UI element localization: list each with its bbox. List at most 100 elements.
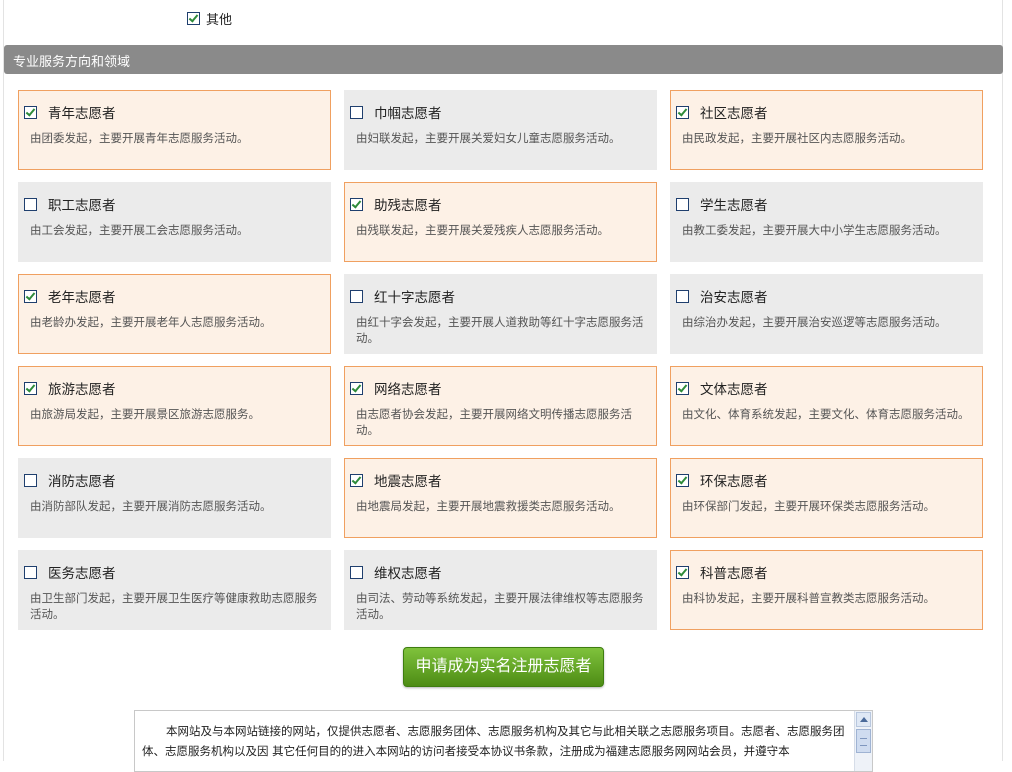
service-card-checkbox[interactable] (676, 565, 689, 579)
service-card-title: 旅游志愿者 (48, 382, 116, 398)
service-card[interactable]: 环保志愿者由环保部门发起，主要开展环保类志愿服务活动。 (670, 458, 983, 538)
service-card[interactable]: 网络志愿者由志愿者协会发起，主要开展网络文明传播志愿服务活动。 (344, 366, 657, 446)
service-card-header: 治安志愿者 (676, 286, 768, 306)
service-card-header: 医务志愿者 (24, 562, 116, 582)
service-card-description: 由地震局发起，主要开展地震救援类志愿服务活动。 (356, 499, 621, 513)
service-card-description: 由老龄办发起，主要开展老年人志愿服务活动。 (30, 315, 272, 329)
service-card-title: 医务志愿者 (48, 566, 116, 582)
agreement-scrollbar[interactable] (854, 711, 872, 771)
service-card-checkbox[interactable] (24, 105, 37, 119)
service-card-checkbox[interactable] (24, 289, 37, 303)
service-card-checkbox[interactable] (350, 289, 363, 303)
service-card[interactable]: 学生志愿者由教工委发起，主要开展大中小学生志愿服务活动。 (670, 182, 983, 262)
service-card-checkbox[interactable] (24, 473, 37, 487)
service-card[interactable]: 青年志愿者由团委发起，主要开展青年志愿服务活动。 (18, 90, 331, 170)
service-card[interactable]: 地震志愿者由地震局发起，主要开展地震救援类志愿服务活动。 (344, 458, 657, 538)
service-card-checkbox[interactable] (676, 289, 689, 303)
service-card-header: 青年志愿者 (24, 102, 116, 122)
service-card[interactable]: 消防志愿者由消防部队发起，主要开展消防志愿服务活动。 (18, 458, 331, 538)
service-card-title: 环保志愿者 (700, 474, 768, 490)
service-card-header: 旅游志愿者 (24, 378, 116, 398)
service-card-header: 红十字志愿者 (350, 286, 455, 306)
service-card[interactable]: 社区志愿者由民政发起，主要开展社区内志愿服务活动。 (670, 90, 983, 170)
service-card-header: 助残志愿者 (350, 194, 442, 214)
service-card-description: 由妇联发起，主要开展关爱妇女儿童志愿服务活动。 (356, 131, 621, 145)
service-card-description: 由司法、劳动等系统发起，主要开展法律维权等志愿服务活动。 (356, 591, 644, 621)
service-card-description: 由科协发起，主要开展科普宣教类志愿服务活动。 (682, 591, 935, 605)
service-card-description: 由文化、体育系统发起，主要文化、体育志愿服务活动。 (682, 407, 970, 421)
service-card-header: 科普志愿者 (676, 562, 768, 582)
service-card-header: 社区志愿者 (676, 102, 768, 122)
service-card-description: 由旅游局发起，主要开展景区旅游志愿服务。 (30, 407, 260, 421)
service-card-title: 消防志愿者 (48, 474, 116, 490)
service-card-header: 环保志愿者 (676, 470, 768, 490)
service-card[interactable]: 科普志愿者由科协发起，主要开展科普宣教类志愿服务活动。 (670, 550, 983, 630)
service-card[interactable]: 文体志愿者由文化、体育系统发起，主要文化、体育志愿服务活动。 (670, 366, 983, 446)
service-card-description: 由志愿者协会发起，主要开展网络文明传播志愿服务活动。 (356, 407, 632, 437)
agreement-text: 本网站及与本网站链接的网站，仅提供志愿者、志愿服务团体、志愿服务机构及其它与此相… (142, 724, 845, 758)
service-card-description: 由综治办发起，主要开展治安巡逻等志愿服务活动。 (682, 315, 947, 329)
service-card-title: 助残志愿者 (374, 198, 442, 214)
service-card-description: 由教工委发起，主要开展大中小学生志愿服务活动。 (682, 223, 947, 237)
scroll-up-arrow-icon[interactable] (856, 712, 871, 727)
service-card[interactable]: 治安志愿者由综治办发起，主要开展治安巡逻等志愿服务活动。 (670, 274, 983, 354)
service-card-checkbox[interactable] (350, 381, 363, 395)
service-card-checkbox[interactable] (350, 473, 363, 487)
frame-right-border (1002, 0, 1003, 761)
service-card-checkbox[interactable] (24, 381, 37, 395)
service-card-title: 地震志愿者 (374, 474, 442, 490)
service-card[interactable]: 旅游志愿者由旅游局发起，主要开展景区旅游志愿服务。 (18, 366, 331, 446)
service-card-title: 网络志愿者 (374, 382, 442, 398)
service-card[interactable]: 职工志愿者由工会发起，主要开展工会志愿服务活动。 (18, 182, 331, 262)
service-card-title: 治安志愿者 (700, 290, 768, 306)
service-card-description: 由卫生部门发起，主要开展卫生医疗等健康救助志愿服务活动。 (30, 591, 318, 621)
service-card-title: 青年志愿者 (48, 106, 116, 122)
apply-register-button[interactable]: 申请成为实名注册志愿者 (403, 647, 604, 687)
section-title: 专业服务方向和领域 (13, 55, 131, 70)
service-card-header: 职工志愿者 (24, 194, 116, 214)
service-card-description: 由团委发起，主要开展青年志愿服务活动。 (30, 131, 249, 145)
service-card-checkbox[interactable] (350, 197, 363, 211)
service-card-checkbox[interactable] (24, 565, 37, 579)
service-card-header: 维权志愿者 (350, 562, 442, 582)
service-card[interactable]: 红十字志愿者由红十字会发起，主要开展人道救助等红十字志愿服务活动。 (344, 274, 657, 354)
service-card[interactable]: 老年志愿者由老龄办发起，主要开展老年人志愿服务活动。 (18, 274, 331, 354)
service-card-header: 地震志愿者 (350, 470, 442, 490)
service-card[interactable]: 维权志愿者由司法、劳动等系统发起，主要开展法律维权等志愿服务活动。 (344, 550, 657, 630)
service-card-checkbox[interactable] (350, 565, 363, 579)
service-card-checkbox[interactable] (676, 381, 689, 395)
service-card-title: 学生志愿者 (700, 198, 768, 214)
service-card-description: 由红十字会发起，主要开展人道救助等红十字志愿服务活动。 (356, 315, 644, 345)
service-card-checkbox[interactable] (676, 473, 689, 487)
service-card-description: 由消防部队发起，主要开展消防志愿服务活动。 (30, 499, 272, 513)
scroll-thumb[interactable] (856, 729, 871, 753)
service-card-description: 由残联发起，主要开展关爱残疾人志愿服务活动。 (356, 223, 609, 237)
service-card-description: 由工会发起，主要开展工会志愿服务活动。 (30, 223, 249, 237)
service-card-description: 由民政发起，主要开展社区内志愿服务活动。 (682, 131, 912, 145)
service-card-checkbox[interactable] (24, 197, 37, 211)
service-card-header: 老年志愿者 (24, 286, 116, 306)
service-card-title: 科普志愿者 (700, 566, 768, 582)
service-card[interactable]: 助残志愿者由残联发起，主要开展关爱残疾人志愿服务活动。 (344, 182, 657, 262)
service-card[interactable]: 医务志愿者由卫生部门发起，主要开展卫生医疗等健康救助志愿服务活动。 (18, 550, 331, 630)
service-card-description: 由环保部门发起，主要开展环保类志愿服务活动。 (682, 499, 935, 513)
service-card-checkbox[interactable] (350, 105, 363, 119)
service-card-title: 文体志愿者 (700, 382, 768, 398)
service-card-header: 学生志愿者 (676, 194, 768, 214)
other-option-label: 其他 (206, 12, 233, 28)
service-card-title: 巾帼志愿者 (374, 106, 442, 122)
service-card-title: 红十字志愿者 (374, 290, 455, 306)
other-option[interactable]: 其他 (187, 9, 233, 28)
service-card-title: 老年志愿者 (48, 290, 116, 306)
service-card-checkbox[interactable] (676, 105, 689, 119)
service-card-header: 文体志愿者 (676, 378, 768, 398)
service-card-header: 巾帼志愿者 (350, 102, 442, 122)
service-card[interactable]: 巾帼志愿者由妇联发起，主要开展关爱妇女儿童志愿服务活动。 (344, 90, 657, 170)
section-header-bar: 专业服务方向和领域 (4, 45, 1003, 74)
agreement-textbox[interactable]: 本网站及与本网站链接的网站，仅提供志愿者、志愿服务团体、志愿服务机构及其它与此相… (134, 710, 873, 772)
service-card-title: 社区志愿者 (700, 106, 768, 122)
frame-left-border (3, 0, 4, 761)
service-card-checkbox[interactable] (676, 197, 689, 211)
service-card-title: 维权志愿者 (374, 566, 442, 582)
other-checkbox[interactable] (187, 11, 200, 25)
